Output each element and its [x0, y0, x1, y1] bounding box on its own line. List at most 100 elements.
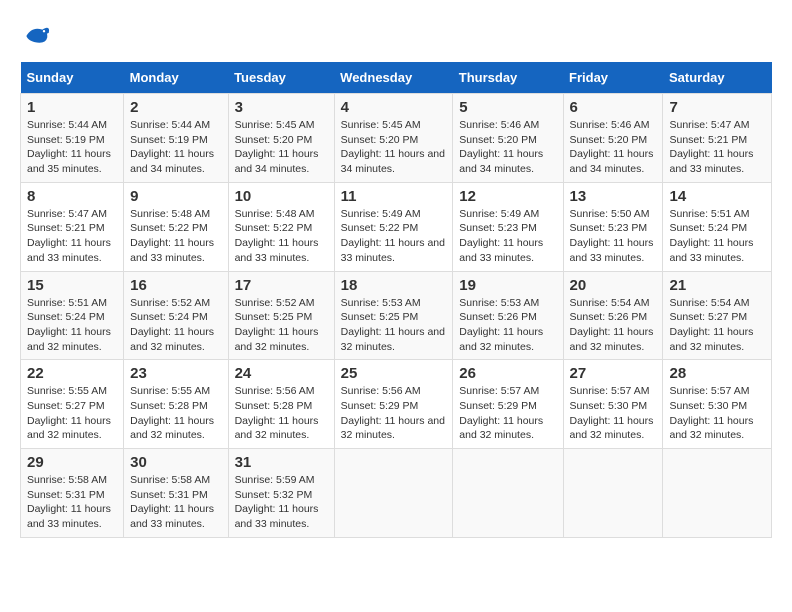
day-number: 21 — [669, 277, 765, 294]
calendar-cell: 5 Sunrise: 5:46 AM Sunset: 5:20 PM Dayli… — [453, 94, 563, 183]
header — [20, 20, 772, 52]
header-monday: Monday — [124, 62, 228, 94]
calendar-cell: 18 Sunrise: 5:53 AM Sunset: 5:25 PM Dayl… — [334, 271, 453, 360]
calendar-cell: 25 Sunrise: 5:56 AM Sunset: 5:29 PM Dayl… — [334, 360, 453, 449]
day-number: 16 — [130, 277, 221, 294]
calendar-cell: 27 Sunrise: 5:57 AM Sunset: 5:30 PM Dayl… — [563, 360, 663, 449]
calendar-cell: 24 Sunrise: 5:56 AM Sunset: 5:28 PM Dayl… — [228, 360, 334, 449]
day-info: Sunrise: 5:44 AM Sunset: 5:19 PM Dayligh… — [130, 118, 221, 177]
day-number: 13 — [570, 188, 657, 205]
header-wednesday: Wednesday — [334, 62, 453, 94]
calendar-cell: 4 Sunrise: 5:45 AM Sunset: 5:20 PM Dayli… — [334, 94, 453, 183]
day-info: Sunrise: 5:50 AM Sunset: 5:23 PM Dayligh… — [570, 207, 657, 266]
header-thursday: Thursday — [453, 62, 563, 94]
day-info: Sunrise: 5:53 AM Sunset: 5:26 PM Dayligh… — [459, 296, 556, 355]
calendar-cell: 28 Sunrise: 5:57 AM Sunset: 5:30 PM Dayl… — [663, 360, 772, 449]
logo-icon — [20, 20, 52, 52]
header-saturday: Saturday — [663, 62, 772, 94]
day-number: 1 — [27, 99, 117, 116]
header-tuesday: Tuesday — [228, 62, 334, 94]
day-number: 27 — [570, 365, 657, 382]
calendar-table: SundayMondayTuesdayWednesdayThursdayFrid… — [20, 62, 772, 538]
calendar-cell: 10 Sunrise: 5:48 AM Sunset: 5:22 PM Dayl… — [228, 182, 334, 271]
calendar-cell: 3 Sunrise: 5:45 AM Sunset: 5:20 PM Dayli… — [228, 94, 334, 183]
day-number: 5 — [459, 99, 556, 116]
calendar-cell — [334, 449, 453, 538]
day-number: 30 — [130, 454, 221, 471]
day-number: 17 — [235, 277, 328, 294]
calendar-cell — [663, 449, 772, 538]
day-info: Sunrise: 5:58 AM Sunset: 5:31 PM Dayligh… — [27, 473, 117, 532]
day-info: Sunrise: 5:46 AM Sunset: 5:20 PM Dayligh… — [459, 118, 556, 177]
day-number: 7 — [669, 99, 765, 116]
day-info: Sunrise: 5:48 AM Sunset: 5:22 PM Dayligh… — [235, 207, 328, 266]
calendar-cell: 19 Sunrise: 5:53 AM Sunset: 5:26 PM Dayl… — [453, 271, 563, 360]
calendar-cell: 7 Sunrise: 5:47 AM Sunset: 5:21 PM Dayli… — [663, 94, 772, 183]
day-number: 4 — [341, 99, 447, 116]
calendar-cell: 6 Sunrise: 5:46 AM Sunset: 5:20 PM Dayli… — [563, 94, 663, 183]
day-number: 8 — [27, 188, 117, 205]
calendar-week-row: 8 Sunrise: 5:47 AM Sunset: 5:21 PM Dayli… — [21, 182, 772, 271]
day-info: Sunrise: 5:54 AM Sunset: 5:27 PM Dayligh… — [669, 296, 765, 355]
day-info: Sunrise: 5:52 AM Sunset: 5:25 PM Dayligh… — [235, 296, 328, 355]
calendar-header-row: SundayMondayTuesdayWednesdayThursdayFrid… — [21, 62, 772, 94]
day-info: Sunrise: 5:57 AM Sunset: 5:30 PM Dayligh… — [570, 384, 657, 443]
day-number: 26 — [459, 365, 556, 382]
day-info: Sunrise: 5:56 AM Sunset: 5:28 PM Dayligh… — [235, 384, 328, 443]
day-info: Sunrise: 5:47 AM Sunset: 5:21 PM Dayligh… — [669, 118, 765, 177]
calendar-week-row: 29 Sunrise: 5:58 AM Sunset: 5:31 PM Dayl… — [21, 449, 772, 538]
calendar-cell: 17 Sunrise: 5:52 AM Sunset: 5:25 PM Dayl… — [228, 271, 334, 360]
day-info: Sunrise: 5:47 AM Sunset: 5:21 PM Dayligh… — [27, 207, 117, 266]
header-friday: Friday — [563, 62, 663, 94]
day-info: Sunrise: 5:56 AM Sunset: 5:29 PM Dayligh… — [341, 384, 447, 443]
day-number: 23 — [130, 365, 221, 382]
day-number: 20 — [570, 277, 657, 294]
calendar-cell: 29 Sunrise: 5:58 AM Sunset: 5:31 PM Dayl… — [21, 449, 124, 538]
calendar-cell: 1 Sunrise: 5:44 AM Sunset: 5:19 PM Dayli… — [21, 94, 124, 183]
calendar-cell: 12 Sunrise: 5:49 AM Sunset: 5:23 PM Dayl… — [453, 182, 563, 271]
day-info: Sunrise: 5:52 AM Sunset: 5:24 PM Dayligh… — [130, 296, 221, 355]
day-number: 22 — [27, 365, 117, 382]
day-info: Sunrise: 5:57 AM Sunset: 5:30 PM Dayligh… — [669, 384, 765, 443]
calendar-cell: 21 Sunrise: 5:54 AM Sunset: 5:27 PM Dayl… — [663, 271, 772, 360]
day-info: Sunrise: 5:44 AM Sunset: 5:19 PM Dayligh… — [27, 118, 117, 177]
day-info: Sunrise: 5:46 AM Sunset: 5:20 PM Dayligh… — [570, 118, 657, 177]
day-number: 12 — [459, 188, 556, 205]
header-sunday: Sunday — [21, 62, 124, 94]
day-number: 11 — [341, 188, 447, 205]
calendar-cell: 14 Sunrise: 5:51 AM Sunset: 5:24 PM Dayl… — [663, 182, 772, 271]
day-info: Sunrise: 5:54 AM Sunset: 5:26 PM Dayligh… — [570, 296, 657, 355]
day-info: Sunrise: 5:45 AM Sunset: 5:20 PM Dayligh… — [235, 118, 328, 177]
day-number: 3 — [235, 99, 328, 116]
day-number: 24 — [235, 365, 328, 382]
day-number: 19 — [459, 277, 556, 294]
calendar-cell: 2 Sunrise: 5:44 AM Sunset: 5:19 PM Dayli… — [124, 94, 228, 183]
calendar-week-row: 1 Sunrise: 5:44 AM Sunset: 5:19 PM Dayli… — [21, 94, 772, 183]
day-info: Sunrise: 5:45 AM Sunset: 5:20 PM Dayligh… — [341, 118, 447, 177]
day-number: 25 — [341, 365, 447, 382]
day-number: 15 — [27, 277, 117, 294]
day-info: Sunrise: 5:51 AM Sunset: 5:24 PM Dayligh… — [669, 207, 765, 266]
day-info: Sunrise: 5:55 AM Sunset: 5:27 PM Dayligh… — [27, 384, 117, 443]
day-info: Sunrise: 5:49 AM Sunset: 5:23 PM Dayligh… — [459, 207, 556, 266]
day-number: 14 — [669, 188, 765, 205]
calendar-cell — [563, 449, 663, 538]
calendar-week-row: 22 Sunrise: 5:55 AM Sunset: 5:27 PM Dayl… — [21, 360, 772, 449]
calendar-cell: 8 Sunrise: 5:47 AM Sunset: 5:21 PM Dayli… — [21, 182, 124, 271]
day-info: Sunrise: 5:58 AM Sunset: 5:31 PM Dayligh… — [130, 473, 221, 532]
calendar-cell: 16 Sunrise: 5:52 AM Sunset: 5:24 PM Dayl… — [124, 271, 228, 360]
day-info: Sunrise: 5:48 AM Sunset: 5:22 PM Dayligh… — [130, 207, 221, 266]
day-info: Sunrise: 5:53 AM Sunset: 5:25 PM Dayligh… — [341, 296, 447, 355]
day-number: 9 — [130, 188, 221, 205]
day-number: 31 — [235, 454, 328, 471]
calendar-cell: 22 Sunrise: 5:55 AM Sunset: 5:27 PM Dayl… — [21, 360, 124, 449]
calendar-cell: 9 Sunrise: 5:48 AM Sunset: 5:22 PM Dayli… — [124, 182, 228, 271]
calendar-cell: 30 Sunrise: 5:58 AM Sunset: 5:31 PM Dayl… — [124, 449, 228, 538]
calendar-cell — [453, 449, 563, 538]
calendar-cell: 31 Sunrise: 5:59 AM Sunset: 5:32 PM Dayl… — [228, 449, 334, 538]
day-number: 2 — [130, 99, 221, 116]
day-number: 10 — [235, 188, 328, 205]
day-number: 28 — [669, 365, 765, 382]
day-number: 18 — [341, 277, 447, 294]
day-number: 29 — [27, 454, 117, 471]
